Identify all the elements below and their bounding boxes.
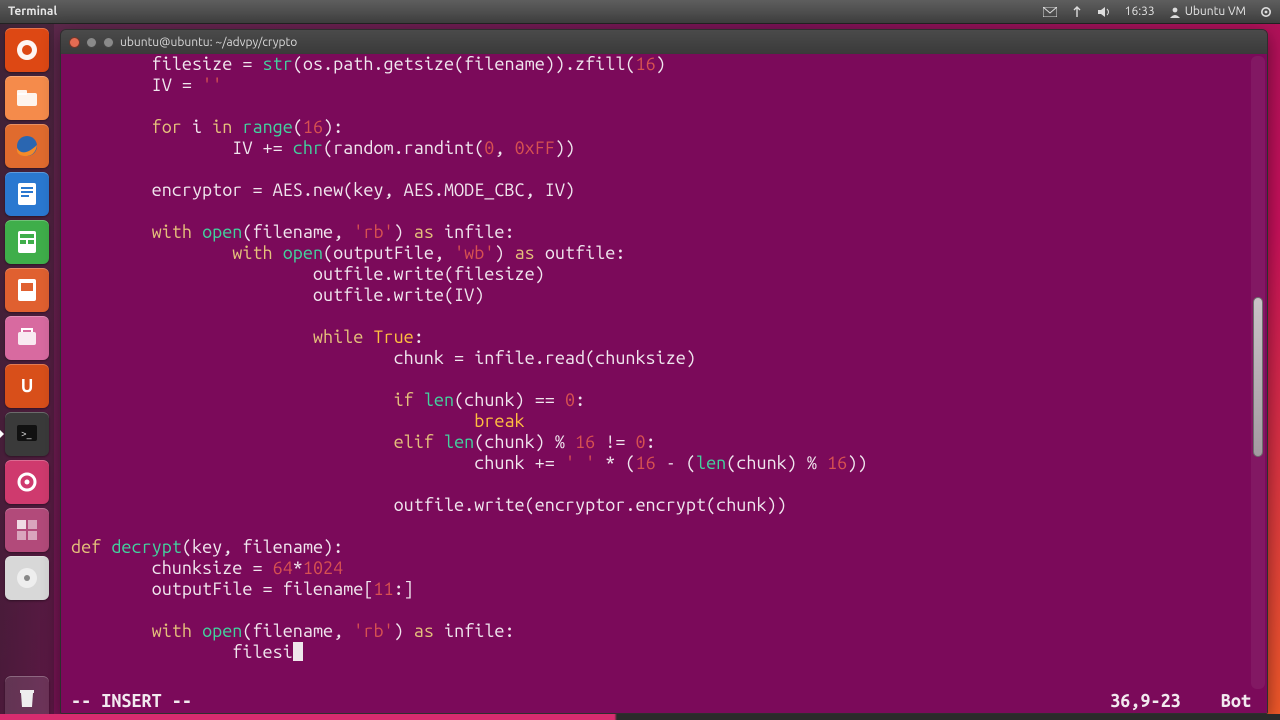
code-line: filesize = str(os.path.getsize(filename)… [71,54,1251,75]
editor-content[interactable]: filesize = str(os.path.getsize(filename)… [71,54,1251,691]
desktop: U >_ ubuntu@ubuntu: ~/advpy/crypto filesi… [0,24,1280,720]
unity-launcher: U >_ [0,24,54,720]
code-line: encryptor = AES.new(key, AES.MODE_CBC, I… [71,180,1251,201]
code-line [71,516,1251,537]
code-line: outputFile = filename[11:] [71,579,1251,600]
sound-indicator-icon[interactable] [1097,6,1111,18]
code-line: with open(filename, 'rb') as infile: [71,222,1251,243]
code-line: for i in range(16): [71,117,1251,138]
code-line: while True: [71,327,1251,348]
window-maximize-button[interactable] [103,37,114,48]
window-titlebar[interactable]: ubuntu@ubuntu: ~/advpy/crypto [61,30,1267,54]
launcher-disc-icon[interactable] [5,556,49,600]
session-menu[interactable]: Ubuntu VM [1169,5,1246,18]
text-cursor [293,642,303,661]
terminal-scrollbar[interactable] [1251,56,1265,689]
terminal-window: ubuntu@ubuntu: ~/advpy/crypto filesize =… [60,29,1268,714]
launcher-impress-icon[interactable] [5,268,49,312]
vim-position: Bot [1221,691,1251,712]
code-line: outfile.write(encryptor.encrypt(chunk)) [71,495,1251,516]
launcher-settings-icon[interactable] [5,460,49,504]
power-cog-icon[interactable] [1260,6,1272,18]
window-minimize-button[interactable] [86,37,97,48]
code-line [71,474,1251,495]
code-line [71,96,1251,117]
svg-text:U: U [21,376,34,396]
launcher-terminal-icon[interactable]: >_ [5,412,49,456]
code-line [71,600,1251,621]
launcher-software-center-icon[interactable] [5,316,49,360]
code-line [71,159,1251,180]
launcher-dash-icon[interactable] [5,28,49,72]
active-app-label: Terminal [8,5,57,18]
code-line: elif len(chunk) % 16 != 0: [71,432,1251,453]
code-line: outfile.write(filesize) [71,264,1251,285]
code-line [71,369,1251,390]
launcher-files-icon[interactable] [5,76,49,120]
launcher-workspaces-icon[interactable] [5,508,49,552]
window-close-button[interactable] [69,37,80,48]
vim-status-line: -- INSERT -- 36,9-23 Bot [71,691,1251,711]
session-user-label: Ubuntu VM [1185,5,1246,18]
code-line: def decrypt(key, filename): [71,537,1251,558]
code-line [71,306,1251,327]
user-icon [1169,6,1181,18]
bottom-progress-strip [0,714,1280,720]
code-line: IV += chr(random.randint(0, 0xFF)) [71,138,1251,159]
launcher-firefox-icon[interactable] [5,124,49,168]
code-line: filesi [71,642,1251,663]
code-line: if len(chunk) == 0: [71,390,1251,411]
code-line: break [71,411,1251,432]
code-line: chunksize = 64*1024 [71,558,1251,579]
code-line: chunk += ' ' * (16 - (len(chunk) % 16)) [71,453,1251,474]
code-line: with open(outputFile, 'wb') as outfile: [71,243,1251,264]
svg-text:>_: >_ [21,428,32,439]
code-line: chunk = infile.read(chunksize) [71,348,1251,369]
launcher-writer-icon[interactable] [5,172,49,216]
code-line: IV = '' [71,75,1251,96]
vim-ruler: 36,9-23 [1110,691,1181,712]
code-line: outfile.write(IV) [71,285,1251,306]
mail-indicator-icon[interactable] [1043,7,1057,17]
network-indicator-icon[interactable] [1071,6,1083,18]
scrollbar-thumb[interactable] [1253,297,1263,457]
code-line [71,201,1251,222]
code-line: with open(filename, 'rb') as infile: [71,621,1251,642]
launcher-calc-icon[interactable] [5,220,49,264]
terminal-body[interactable]: filesize = str(os.path.getsize(filename)… [61,54,1267,713]
launcher-ubuntu-one-icon[interactable]: U [5,364,49,408]
window-title: ubuntu@ubuntu: ~/advpy/crypto [120,36,297,49]
system-top-panel: Terminal 16:33 Ubuntu VM [0,0,1280,24]
vim-mode: -- INSERT -- [71,691,192,712]
clock-label[interactable]: 16:33 [1125,5,1155,18]
